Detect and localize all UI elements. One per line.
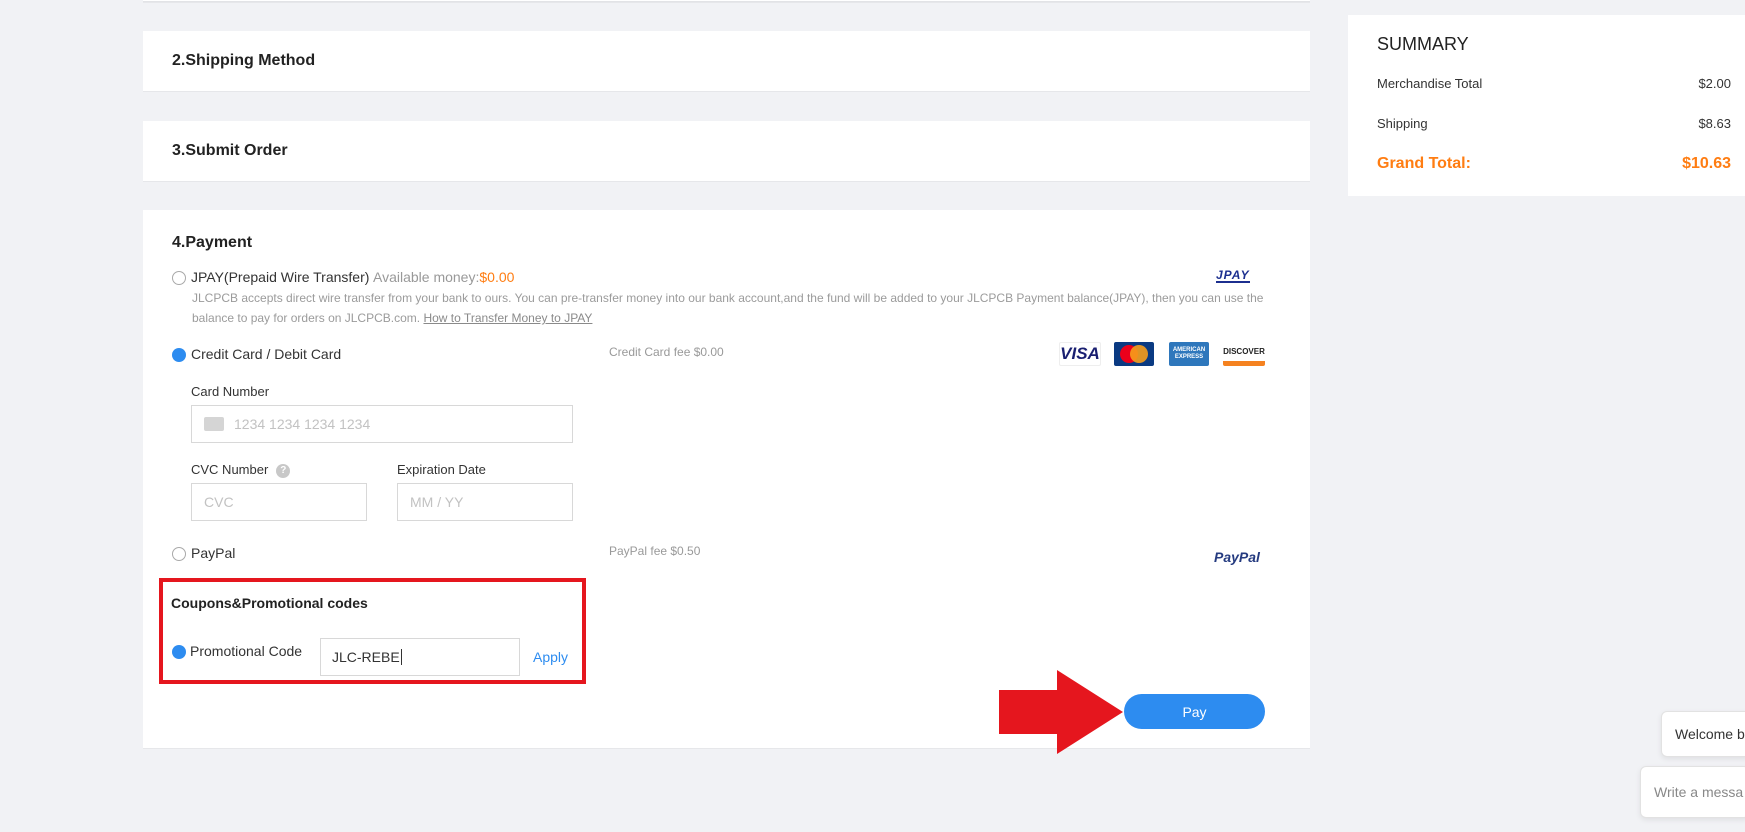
jpay-label: JPAY(Prepaid Wire Transfer) xyxy=(191,269,370,285)
credit-card-fee: Credit Card fee $0.00 xyxy=(609,345,724,359)
transfer-money-link[interactable]: How to Transfer Money to JPAY xyxy=(423,311,592,325)
paypal-label: PayPal xyxy=(191,545,236,561)
paypal-fee: PayPal fee $0.50 xyxy=(609,544,701,558)
submit-order-title: 3.Submit Order xyxy=(172,142,288,159)
cvc-label-text: CVC Number xyxy=(191,462,269,477)
available-money-label: Available money: xyxy=(373,269,480,285)
jpay-description: JLCPCB accepts direct wire transfer from… xyxy=(192,288,1282,328)
grand-total-label: Grand Total: xyxy=(1377,155,1471,172)
mastercard-icon xyxy=(1120,345,1148,363)
credit-card-icon xyxy=(204,417,224,431)
promo-code-radio[interactable] xyxy=(172,645,186,659)
jpay-description-text: JLCPCB accepts direct wire transfer from… xyxy=(192,291,1264,325)
credit-card-label: Credit Card / Debit Card xyxy=(191,346,342,362)
paypal-logo: PayPal xyxy=(1214,549,1260,565)
chat-welcome-text: Welcome b xyxy=(1675,726,1745,742)
credit-card-radio[interactable] xyxy=(172,348,186,362)
visa-logo: VISA xyxy=(1059,342,1101,366)
promo-code-input[interactable]: JLC-REBE xyxy=(320,638,520,676)
available-money-value: $0.00 xyxy=(479,269,515,285)
cvc-placeholder: CVC xyxy=(204,494,234,510)
promo-code-label: Promotional Code xyxy=(190,643,303,659)
chat-input-placeholder: Write a messa xyxy=(1654,784,1744,800)
grand-total-value: $10.63 xyxy=(1682,155,1731,172)
previous-section-edge xyxy=(143,0,1310,2)
pay-button[interactable]: Pay xyxy=(1124,694,1265,729)
jpay-logo: JPAY xyxy=(1216,268,1250,283)
coupon-highlight-box: Coupons&Promotional codes Promotional Co… xyxy=(159,578,586,684)
card-number-placeholder: 1234 1234 1234 1234 xyxy=(234,416,371,432)
text-caret xyxy=(400,649,402,665)
card-number-input[interactable]: 1234 1234 1234 1234 xyxy=(191,405,573,443)
promo-code-value: JLC-REBE xyxy=(332,649,400,665)
amex-logo: AMERICAN EXPRESS xyxy=(1169,342,1209,366)
shipping-row: Shipping $8.63 xyxy=(1377,116,1731,131)
order-summary: SUMMARY Merchandise Total $2.00 Shipping… xyxy=(1348,15,1745,196)
card-number-label: Card Number xyxy=(191,384,270,399)
jpay-radio[interactable] xyxy=(172,271,186,285)
merchandise-label: Merchandise Total xyxy=(1377,76,1483,91)
paypal-radio[interactable] xyxy=(172,547,186,561)
submit-order-section[interactable]: 3.Submit Order xyxy=(143,121,1310,181)
chat-welcome-bubble[interactable]: Welcome b xyxy=(1661,711,1745,757)
payment-title: 4.Payment xyxy=(172,234,253,251)
red-arrow-icon xyxy=(999,670,1123,754)
payment-section: 4.Payment JPAY(Prepaid Wire Transfer) Av… xyxy=(143,210,1310,754)
shipping-label: Shipping xyxy=(1377,116,1428,131)
expiry-label: Expiration Date xyxy=(397,462,486,477)
cvc-label: CVC Number? xyxy=(191,462,291,478)
merchandise-row: Merchandise Total $2.00 xyxy=(1377,76,1731,91)
grand-total-row: Grand Total: $10.63 xyxy=(1377,155,1731,173)
mastercard-logo xyxy=(1114,342,1154,366)
shipping-method-title: 2.Shipping Method xyxy=(172,52,316,69)
chat-message-input[interactable]: Write a messa xyxy=(1640,766,1745,818)
merchandise-value: $2.00 xyxy=(1698,76,1731,91)
expiry-input[interactable]: MM / YY xyxy=(397,483,573,521)
cvc-input[interactable]: CVC xyxy=(191,483,367,521)
available-money: Available money:$0.00 xyxy=(373,269,514,285)
expiry-placeholder: MM / YY xyxy=(410,494,464,510)
discover-logo: DISCOVER xyxy=(1223,342,1265,366)
shipping-method-section[interactable]: 2.Shipping Method xyxy=(143,31,1310,91)
coupons-title: Coupons&Promotional codes xyxy=(171,595,368,611)
summary-title: SUMMARY xyxy=(1377,34,1469,54)
apply-button[interactable]: Apply xyxy=(533,649,568,665)
shipping-value: $8.63 xyxy=(1698,116,1731,131)
help-icon[interactable]: ? xyxy=(276,463,291,478)
